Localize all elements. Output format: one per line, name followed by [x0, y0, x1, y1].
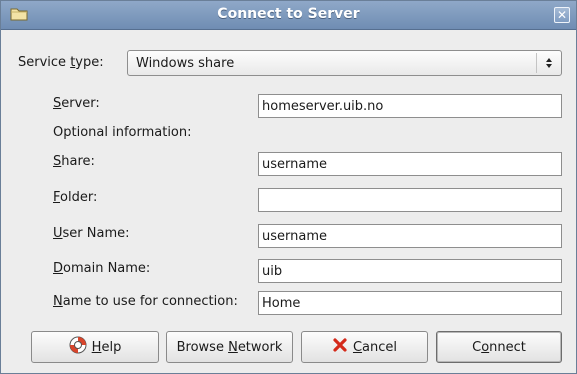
user-name-label: User Name:: [53, 226, 130, 241]
cancel-label: Cancel: [352, 339, 398, 355]
service-type-label: Service type:: [18, 55, 104, 70]
lifebuoy-icon: [69, 336, 87, 358]
optional-information-heading: Optional information:: [53, 125, 192, 140]
service-type-value: Windows share: [136, 56, 235, 71]
connect-button[interactable]: Connect: [436, 331, 562, 363]
help-label: Help: [91, 339, 122, 355]
connect-to-server-dialog: Connect to Server ✕ Service type: Window…: [0, 0, 577, 374]
close-button[interactable]: ✕: [554, 7, 570, 23]
connection-name-label: Name to use for connection:: [53, 294, 238, 309]
title-bar[interactable]: Connect to Server ✕: [1, 1, 576, 30]
share-input[interactable]: [258, 152, 562, 176]
window-title: Connect to Server: [217, 6, 360, 22]
help-button[interactable]: Help: [31, 331, 159, 363]
browse-network-button[interactable]: Browse Network: [166, 331, 293, 363]
share-label: Share:: [53, 154, 95, 169]
folder-label: Folder:: [53, 190, 98, 205]
server-input[interactable]: [258, 94, 562, 118]
domain-name-label: Domain Name:: [53, 261, 151, 276]
connection-name-input[interactable]: [258, 291, 562, 315]
server-label: Server:: [53, 96, 100, 111]
updown-arrows-icon: [536, 53, 561, 73]
folder-input[interactable]: [258, 188, 562, 212]
close-icon: ✕: [556, 8, 568, 22]
red-x-icon: [332, 337, 348, 357]
connect-label: Connect: [472, 339, 526, 355]
browse-network-label: Browse Network: [176, 339, 283, 355]
domain-name-input[interactable]: [258, 259, 562, 283]
cancel-button[interactable]: Cancel: [301, 331, 428, 363]
user-name-input[interactable]: [258, 224, 562, 248]
service-type-select[interactable]: Windows share: [127, 50, 562, 76]
